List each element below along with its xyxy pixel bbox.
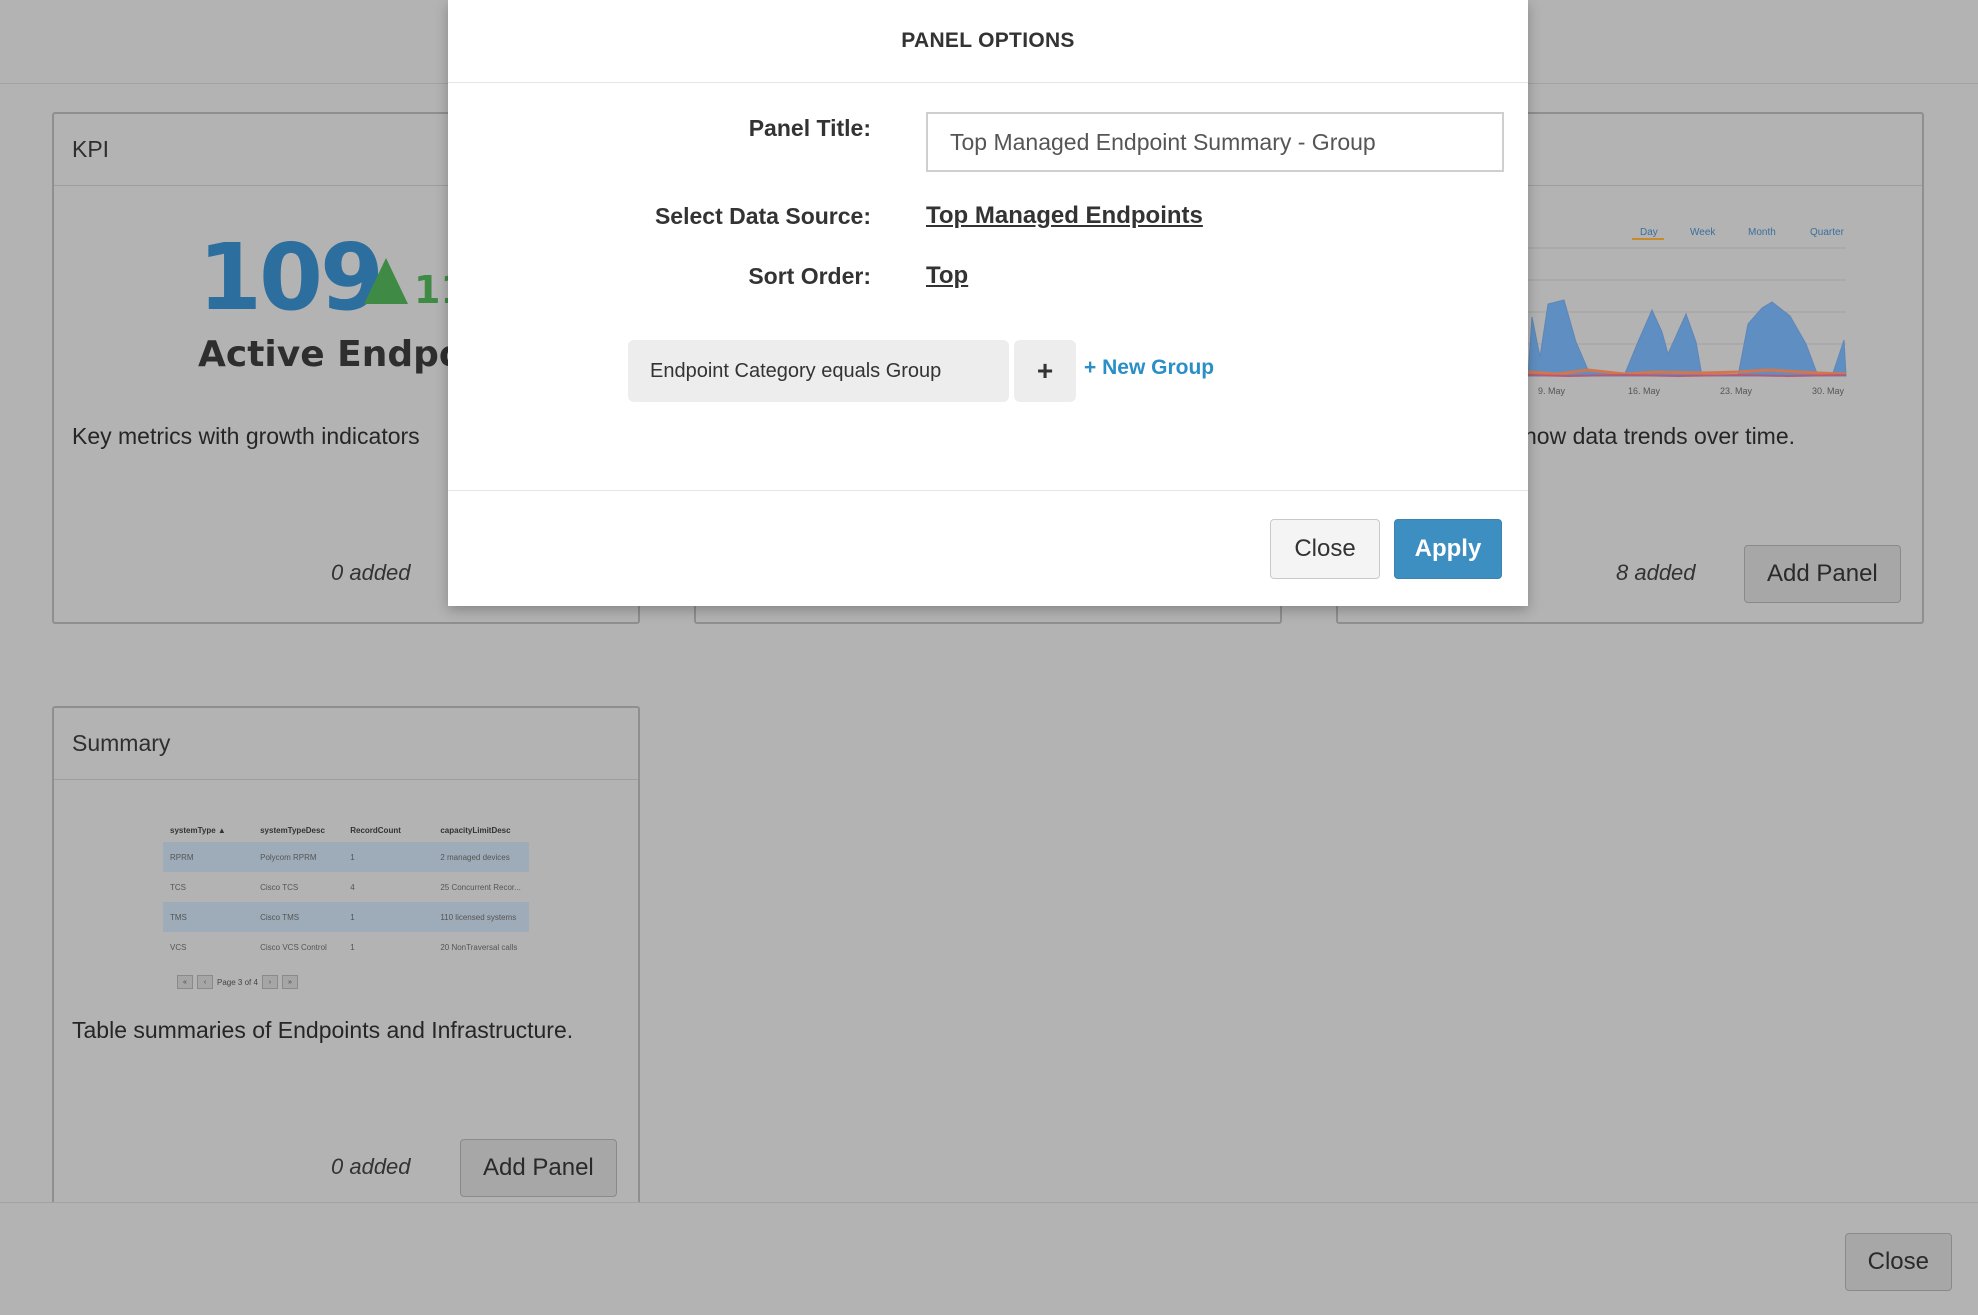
table-cell: Cisco TMS [260, 912, 300, 922]
table-row: TCS Cisco TCS 4 25 Concurrent Recor... [163, 872, 529, 902]
x-tick-label: 23. May [1720, 386, 1753, 396]
table-header-cell: systemType ▲ [170, 825, 226, 835]
table-cell: TMS [170, 912, 187, 922]
range-tab-week: Week [1690, 227, 1716, 238]
modal-apply-button[interactable]: Apply [1394, 519, 1502, 579]
table-header-cell: RecordCount [350, 825, 401, 835]
data-source-link[interactable]: Top Managed Endpoints [926, 202, 1203, 230]
table-header-row: systemType ▲ systemTypeDesc RecordCount … [163, 818, 529, 842]
x-tick-label: 16. May [1628, 386, 1661, 396]
table-cell: 1 [350, 912, 355, 922]
add-filter-button[interactable]: + [1014, 340, 1076, 402]
dialog-footer: Close [0, 1202, 1978, 1315]
summary-preview-table: systemType ▲ systemTypeDesc RecordCount … [163, 818, 529, 962]
table-row: TMS Cisco TMS 1 110 licensed systems [163, 902, 529, 932]
panel-title-label: Panel Title: [748, 115, 871, 141]
table-cell: 110 licensed systems [440, 912, 517, 922]
table-cell: 4 [350, 882, 355, 892]
x-tick-labels: 9. May 16. May 23. May 30. May [1538, 386, 1845, 396]
x-tick-label: 9. May [1538, 386, 1566, 396]
range-tab-quarter: Quarter [1810, 227, 1845, 238]
summary-add-panel-button[interactable]: Add Panel [460, 1139, 617, 1197]
data-source-label: Select Data Source: [654, 203, 871, 229]
filter-chip[interactable]: Endpoint Category equals Group [628, 340, 1009, 402]
summary-preview-pager: « ‹ Page 3 of 4 › » [177, 975, 298, 989]
range-tabs: Day Week Month Quarter [1632, 227, 1845, 240]
table-cell: 1 [350, 852, 355, 862]
kpi-preview-number: 109 [198, 224, 384, 331]
first-page-icon: « [177, 975, 193, 989]
table-cell: Cisco TCS [260, 882, 299, 892]
next-page-icon: › [261, 975, 278, 989]
modal-footer: Close Apply [448, 490, 1528, 607]
trend-series-area-1 [1528, 299, 1847, 377]
kpi-card-title: KPI [72, 136, 110, 162]
table-cell: RPRM [170, 852, 194, 862]
modal-close-button[interactable]: Close [1270, 519, 1380, 579]
summary-card-header: Summary [54, 708, 638, 780]
table-cell: 20 NonTraversal calls [440, 942, 518, 952]
up-arrow-icon [364, 258, 408, 304]
prev-page-icon: ‹ [197, 975, 213, 989]
modal-title: PANEL OPTIONS [448, 0, 1528, 83]
pager-text: Page 3 of 4 [217, 977, 258, 987]
new-group-link[interactable]: + New Group [1084, 356, 1214, 380]
table-cell: TCS [170, 882, 186, 892]
kpi-added-count: 0 added [331, 560, 411, 585]
summary-card-title: Summary [72, 730, 171, 756]
table-row: RPRM Polycom RPRM 1 2 managed devices [163, 842, 529, 872]
trend-card-description: how data trends over time. [1524, 423, 1796, 449]
trend-add-panel-button[interactable]: Add Panel [1744, 545, 1901, 603]
table-cell: 2 managed devices [440, 852, 510, 862]
table-cell: Cisco VCS Control [260, 942, 327, 952]
table-cell: VCS [170, 942, 187, 952]
kpi-card-description: Key metrics with growth indicators [72, 423, 420, 449]
last-page-icon: » [281, 975, 298, 989]
panel-options-modal: PANEL OPTIONS Panel Title: Select Data S… [448, 0, 1528, 606]
trend-preview-chart: Day Week Month Quarter 9. May 16. May 23… [1528, 227, 1847, 396]
range-tab-day: Day [1640, 227, 1658, 238]
trend-series-line-3 [1528, 373, 1847, 378]
table-cell: 1 [350, 942, 355, 952]
table-cell: 25 Concurrent Recor... [440, 882, 521, 892]
table-header-cell: systemTypeDesc [260, 825, 325, 835]
summary-card-description: Table summaries of Endpoints and Infrast… [72, 1017, 574, 1043]
table-cell: Polycom RPRM [260, 852, 317, 862]
range-tab-month: Month [1748, 227, 1776, 238]
sort-order-link[interactable]: Top [926, 262, 968, 290]
table-header-cell: capacityLimitDesc [440, 825, 511, 835]
table-row: VCS Cisco VCS Control 1 20 NonTraversal … [163, 932, 529, 962]
footer-close-button[interactable]: Close [1844, 1233, 1952, 1291]
trend-added-count: 8 added [1616, 560, 1696, 585]
sort-order-label: Sort Order: [748, 263, 871, 289]
summary-added-count: 0 added [331, 1154, 411, 1179]
x-tick-label: 30. May [1812, 386, 1845, 396]
panel-title-input[interactable] [926, 112, 1504, 172]
